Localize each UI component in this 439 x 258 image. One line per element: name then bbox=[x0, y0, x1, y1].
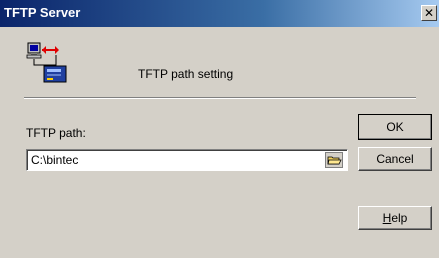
title-bar[interactable]: TFTP Server ✕ bbox=[0, 0, 439, 27]
help-label-rest: elp bbox=[391, 211, 408, 225]
ok-button-label: OK bbox=[386, 120, 404, 134]
close-icon: ✕ bbox=[423, 6, 435, 20]
help-button-label: Help bbox=[383, 211, 408, 225]
cancel-button[interactable]: Cancel bbox=[358, 147, 432, 171]
window-title: TFTP Server bbox=[4, 5, 81, 20]
close-button[interactable]: ✕ bbox=[421, 5, 437, 21]
ok-button[interactable]: OK bbox=[358, 114, 432, 140]
tftp-path-value[interactable]: C:\bintec bbox=[31, 153, 78, 167]
cancel-button-label: Cancel bbox=[376, 152, 414, 166]
help-button[interactable]: Help bbox=[358, 206, 432, 230]
header-title: TFTP path setting bbox=[138, 67, 234, 81]
network-computer-transfer-icon bbox=[26, 42, 67, 83]
header-separator bbox=[24, 97, 416, 99]
tftp-server-dialog: TFTP Server ✕ TFTP path setting TFTP pat… bbox=[0, 0, 439, 258]
tftp-path-label: TFTP path: bbox=[26, 126, 86, 140]
tftp-path-field[interactable]: C:\bintec bbox=[26, 149, 348, 171]
folder-open-icon[interactable] bbox=[325, 152, 343, 168]
